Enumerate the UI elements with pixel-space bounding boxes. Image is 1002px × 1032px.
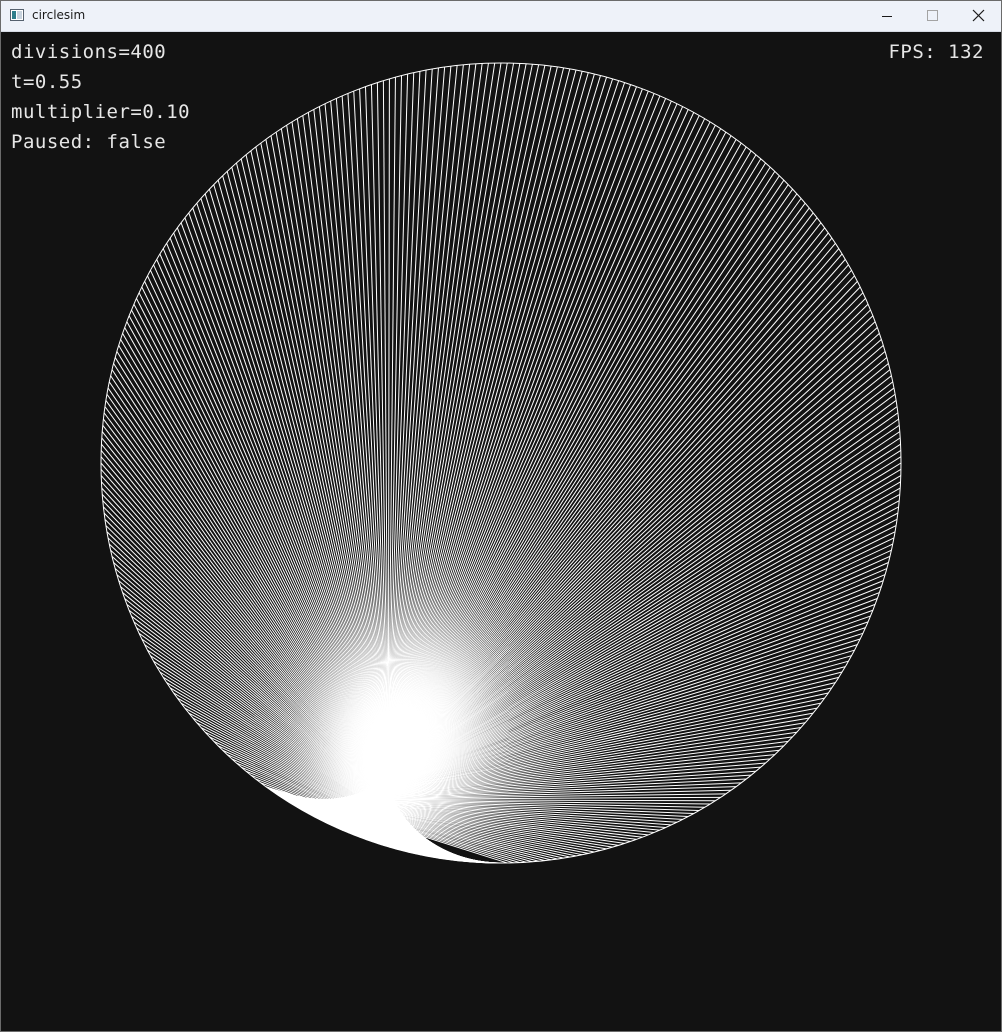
simulation-canvas[interactable]: divisions=400 t=0.55 multiplier=0.10 Pau… xyxy=(1,32,1001,1031)
app-icon-right-pane xyxy=(17,11,22,19)
maximize-icon xyxy=(927,10,938,21)
fps-readout: FPS: 132 xyxy=(888,41,984,63)
close-button[interactable] xyxy=(955,1,1001,31)
app-window: circlesim divisions=400 t=0.55 multiplie… xyxy=(0,0,1002,1032)
paused-readout: Paused: false xyxy=(11,131,167,153)
window-title: circlesim xyxy=(32,8,86,22)
app-window-icon xyxy=(10,9,24,21)
times-table-circle xyxy=(100,62,902,864)
minimize-button[interactable] xyxy=(863,1,909,31)
minimize-icon xyxy=(882,16,892,17)
app-icon-left-pane xyxy=(12,11,16,19)
close-icon xyxy=(972,9,985,22)
t-readout: t=0.55 xyxy=(11,71,83,93)
multiplier-readout: multiplier=0.10 xyxy=(11,101,191,123)
title-bar[interactable]: circlesim xyxy=(1,1,1001,32)
chord-lines xyxy=(100,62,902,864)
divisions-readout: divisions=400 xyxy=(11,41,167,63)
maximize-button[interactable] xyxy=(909,1,955,31)
